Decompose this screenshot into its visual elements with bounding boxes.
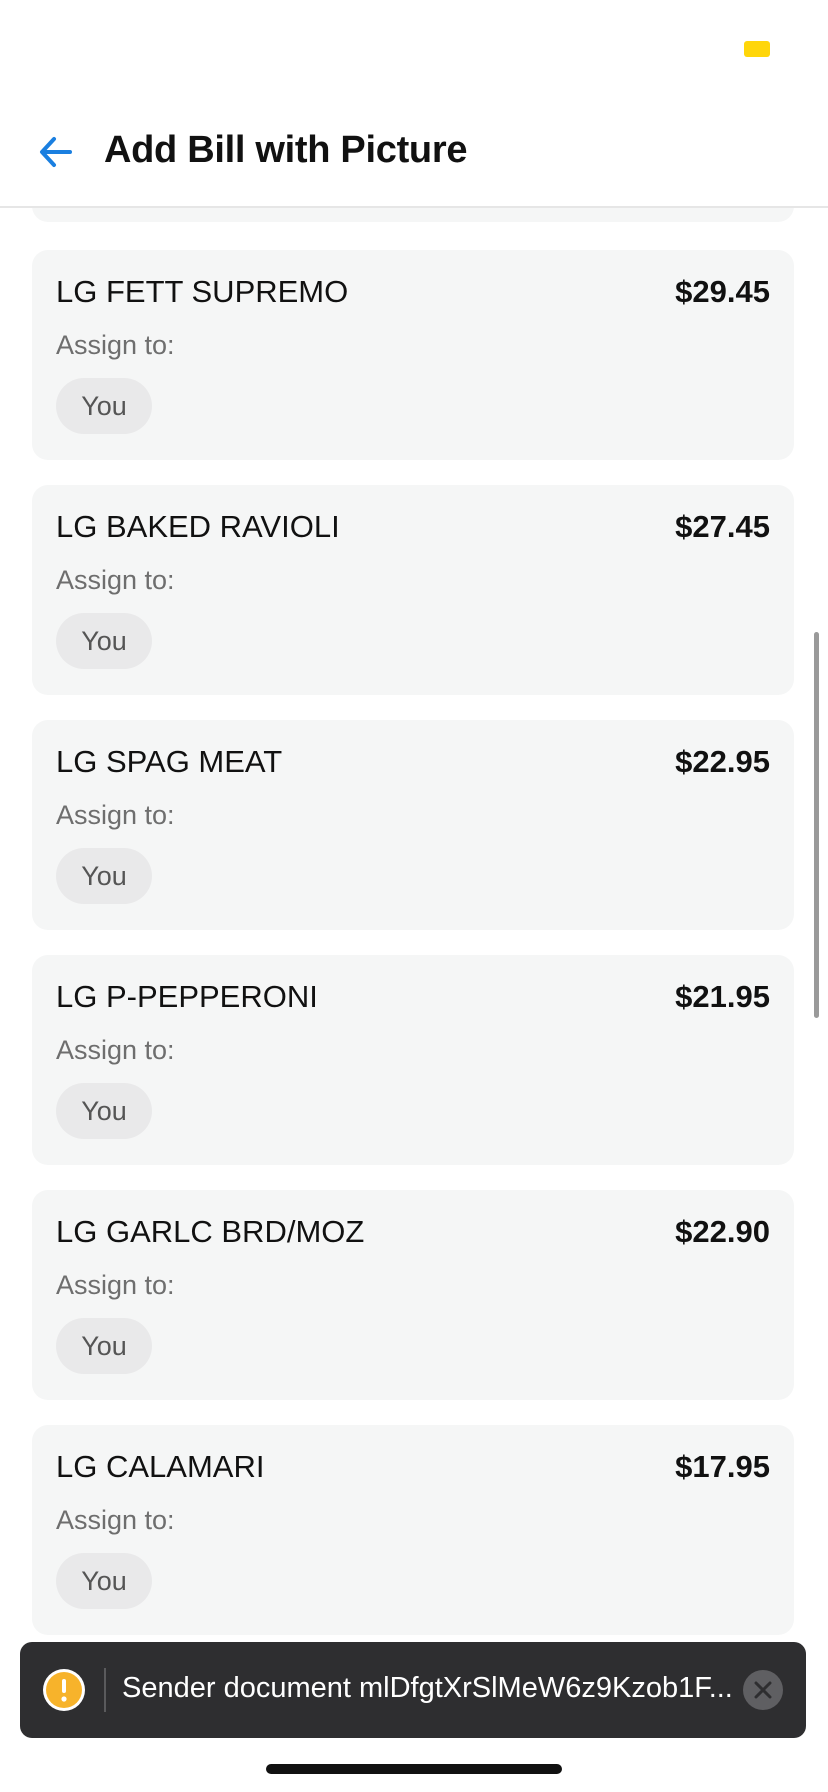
- item-price: $21.95: [675, 979, 770, 1014]
- back-button[interactable]: [34, 130, 78, 174]
- toast-message: Sender document mlDfgtXrSlMeW6z9Kzob1F..…: [122, 1672, 733, 1704]
- arrow-left-icon: [40, 137, 72, 167]
- bill-item-card: LG BAKED RAVIOLI $27.45 Assign to: You: [32, 485, 794, 695]
- page-title: Add Bill with Picture: [104, 129, 468, 171]
- home-indicator[interactable]: [266, 1764, 562, 1774]
- item-name: LG BAKED RAVIOLI: [56, 509, 340, 544]
- assign-label: Assign to:: [56, 330, 175, 360]
- item-price: $22.90: [675, 1214, 770, 1249]
- assign-label: Assign to:: [56, 1270, 175, 1300]
- item-name: LG GARLC BRD/MOZ: [56, 1214, 365, 1249]
- toast-close-button[interactable]: [742, 1669, 784, 1711]
- assignee-chip[interactable]: You: [56, 613, 152, 669]
- bill-item-card: LG GARLC BRD/MOZ $22.90 Assign to: You: [32, 1190, 794, 1400]
- item-name: LG CALAMARI: [56, 1449, 265, 1484]
- bill-items-list[interactable]: LG FETT SUPREMO $29.45 Assign to: You LG…: [0, 208, 828, 1792]
- status-indicator: [744, 41, 770, 57]
- list-item-partial: [32, 208, 794, 222]
- assignee-chip[interactable]: You: [56, 1553, 152, 1609]
- assignee-chip[interactable]: You: [56, 1318, 152, 1374]
- item-price: $22.95: [675, 744, 770, 779]
- bill-item-card: LG CALAMARI $17.95 Assign to: You: [32, 1425, 794, 1635]
- item-name: LG SPAG MEAT: [56, 744, 283, 779]
- assign-label: Assign to:: [56, 1035, 175, 1065]
- app-header: Add Bill with Picture: [0, 100, 828, 208]
- bill-item-card: LG SPAG MEAT $22.95 Assign to: You: [32, 720, 794, 930]
- item-price: $27.45: [675, 509, 770, 544]
- close-icon: [743, 1670, 783, 1710]
- item-price: $29.45: [675, 274, 770, 309]
- assignee-chip[interactable]: You: [56, 378, 152, 434]
- assign-label: Assign to:: [56, 565, 175, 595]
- assignee-chip[interactable]: You: [56, 1083, 152, 1139]
- status-bar: [0, 0, 828, 100]
- bill-item-card: LG FETT SUPREMO $29.45 Assign to: You: [32, 250, 794, 460]
- toast-divider: [104, 1668, 106, 1712]
- scrollbar[interactable]: [814, 632, 819, 1018]
- bill-item-card: LG P-PEPPERONI $21.95 Assign to: You: [32, 955, 794, 1165]
- warning-icon: [42, 1668, 86, 1712]
- item-price: $17.95: [675, 1449, 770, 1484]
- assignee-chip[interactable]: You: [56, 848, 152, 904]
- assign-label: Assign to:: [56, 800, 175, 830]
- assign-label: Assign to:: [56, 1505, 175, 1535]
- item-name: LG P-PEPPERONI: [56, 979, 318, 1014]
- item-name: LG FETT SUPREMO: [56, 274, 349, 309]
- error-toast: Sender document mlDfgtXrSlMeW6z9Kzob1F..…: [20, 1642, 806, 1738]
